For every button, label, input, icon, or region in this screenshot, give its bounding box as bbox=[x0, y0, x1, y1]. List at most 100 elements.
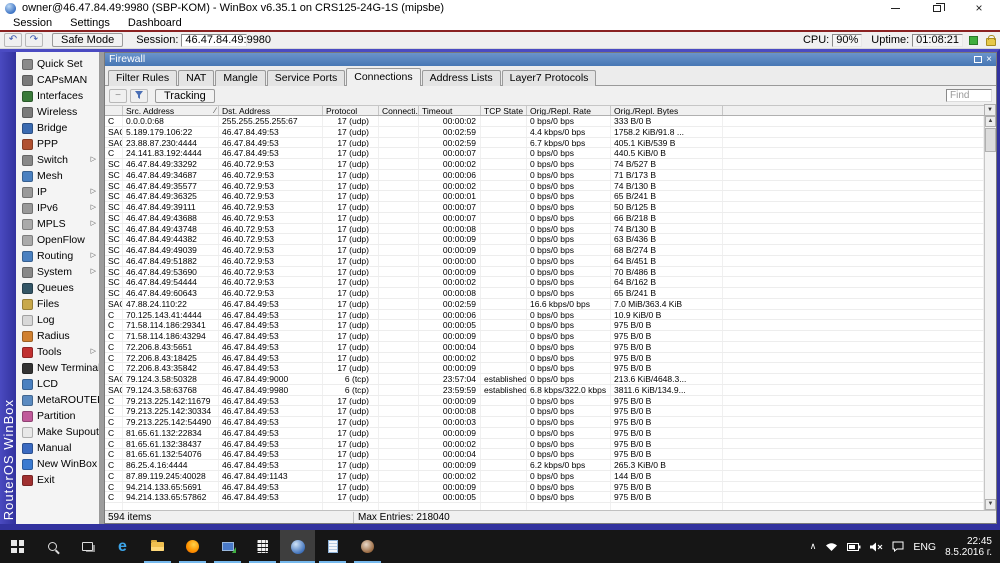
tab-filter-rules[interactable]: Filter Rules bbox=[108, 70, 177, 86]
action-center-icon[interactable] bbox=[892, 541, 904, 552]
tracking-button[interactable]: Tracking bbox=[155, 89, 215, 103]
menu-dashboard[interactable]: Dashboard bbox=[119, 16, 191, 30]
taskbar-app-winbox[interactable] bbox=[280, 530, 315, 563]
tab-service-ports[interactable]: Service Ports bbox=[267, 70, 345, 86]
taskbar-app-search[interactable] bbox=[35, 530, 70, 563]
sidebar-item-exit[interactable]: Exit bbox=[16, 472, 99, 488]
sidebar-item-make-supout-rif[interactable]: Make Supout.rif bbox=[16, 424, 99, 440]
table-row[interactable]: SC46.47.84.49:3557746.40.72.9:5317 (udp)… bbox=[105, 181, 984, 192]
sidebar-item-log[interactable]: Log bbox=[16, 312, 99, 328]
filter-funnel-button[interactable] bbox=[130, 89, 148, 103]
column-header-orig-repl-bytes[interactable]: Orig./Repl. Bytes bbox=[611, 106, 723, 115]
table-row[interactable]: C71.58.114.186:2934146.47.84.49:5317 (ud… bbox=[105, 320, 984, 331]
taskbar-app-start[interactable] bbox=[0, 530, 35, 563]
sidebar-item-files[interactable]: Files bbox=[16, 296, 99, 312]
safe-mode-button[interactable]: Safe Mode bbox=[52, 33, 123, 47]
menu-session[interactable]: Session bbox=[4, 16, 61, 30]
scroll-up-button[interactable]: ▲ bbox=[985, 116, 996, 127]
sidebar-item-bridge[interactable]: Bridge bbox=[16, 120, 99, 136]
minimize-button[interactable] bbox=[874, 0, 916, 16]
table-row[interactable]: SAC79.124.3.58:6376846.47.84.49:99806 (t… bbox=[105, 385, 984, 396]
sidebar-item-system[interactable]: System▷ bbox=[16, 264, 99, 280]
restore-button[interactable] bbox=[916, 0, 958, 16]
taskbar-app-gimp[interactable] bbox=[350, 530, 385, 563]
column-dropdown-button[interactable]: ▼ bbox=[984, 104, 996, 116]
find-input[interactable] bbox=[946, 89, 992, 102]
volume-muted-icon[interactable] bbox=[870, 542, 883, 552]
remove-button[interactable]: − bbox=[109, 89, 127, 103]
table-row[interactable]: C81.65.61.132:2283446.47.84.49:5317 (udp… bbox=[105, 428, 984, 439]
table-row[interactable]: SAC23.88.87.230:444446.47.84.49:5317 (ud… bbox=[105, 138, 984, 149]
table-row[interactable]: SC46.47.84.49:3329246.40.72.9:5317 (udp)… bbox=[105, 159, 984, 170]
firewall-titlebar[interactable]: Firewall × bbox=[105, 53, 996, 66]
sidebar-item-interfaces[interactable]: Interfaces bbox=[16, 88, 99, 104]
scroll-down-button[interactable]: ▼ bbox=[985, 499, 996, 510]
tab-mangle[interactable]: Mangle bbox=[215, 70, 265, 86]
taskbar-app-edge[interactable]: e bbox=[105, 530, 140, 563]
table-row[interactable]: SC46.47.84.49:5444446.40.72.9:5317 (udp)… bbox=[105, 277, 984, 288]
table-row[interactable]: SAC47.88.24.110:2246.47.84.49:5317 (udp)… bbox=[105, 299, 984, 310]
sidebar-item-partition[interactable]: Partition bbox=[16, 408, 99, 424]
close-button[interactable]: × bbox=[958, 0, 1000, 16]
sidebar-item-queues[interactable]: Queues bbox=[16, 280, 99, 296]
taskbar-app-calculator[interactable] bbox=[245, 530, 280, 563]
taskbar-clock[interactable]: 22:45 8.5.2016 г. bbox=[945, 536, 992, 558]
sidebar-item-capsman[interactable]: CAPsMAN bbox=[16, 72, 99, 88]
sidebar-item-quick-set[interactable]: Quick Set bbox=[16, 56, 99, 72]
table-row[interactable]: C79.213.225.142:1167946.47.84.49:5317 (u… bbox=[105, 396, 984, 407]
sidebar-item-metarouter[interactable]: MetaROUTER bbox=[16, 392, 99, 408]
table-row[interactable]: C72.206.8.43:3584246.47.84.49:5317 (udp)… bbox=[105, 363, 984, 374]
firewall-restore-icon[interactable] bbox=[974, 56, 982, 63]
taskbar-app-remote[interactable] bbox=[210, 530, 245, 563]
table-row[interactable]: SC46.47.84.49:3632546.40.72.9:5317 (udp)… bbox=[105, 191, 984, 202]
taskbar-app-taskview[interactable] bbox=[70, 530, 105, 563]
sidebar-item-new-terminal[interactable]: New Terminal bbox=[16, 360, 99, 376]
tray-chevron-icon[interactable]: ∧ bbox=[810, 541, 817, 552]
session-value[interactable]: 46.47.84.49:9980 bbox=[181, 34, 247, 47]
table-row[interactable]: SC46.47.84.49:3468746.40.72.9:5317 (udp)… bbox=[105, 170, 984, 181]
sidebar-item-mpls[interactable]: MPLS▷ bbox=[16, 216, 99, 232]
table-row[interactable]: C81.65.61.132:5407646.47.84.49:5317 (udp… bbox=[105, 449, 984, 460]
column-header-connecti[interactable]: Connecti... bbox=[379, 106, 419, 115]
table-row[interactable]: C72.206.8.43:1842546.47.84.49:5317 (udp)… bbox=[105, 353, 984, 364]
table-row[interactable]: C79.213.225.142:5449046.47.84.49:5317 (u… bbox=[105, 417, 984, 428]
table-row[interactable]: C24.141.83.192:444446.47.84.49:5317 (udp… bbox=[105, 148, 984, 159]
table-row[interactable]: SC46.47.84.49:6064346.40.72.9:5317 (udp)… bbox=[105, 288, 984, 299]
table-row[interactable]: SAC5.189.179.106:2246.47.84.49:5317 (udp… bbox=[105, 127, 984, 138]
column-header-protocol[interactable]: Protocol bbox=[323, 106, 379, 115]
table-row[interactable]: C79.213.225.142:3033446.47.84.49:5317 (u… bbox=[105, 406, 984, 417]
taskbar-app-explorer[interactable] bbox=[140, 530, 175, 563]
table-row[interactable]: SC46.47.84.49:4438246.40.72.9:5317 (udp)… bbox=[105, 234, 984, 245]
table-row-partial[interactable] bbox=[105, 503, 984, 510]
sidebar-item-new-winbox[interactable]: New WinBox bbox=[16, 456, 99, 472]
table-row[interactable]: SC46.47.84.49:5188246.40.72.9:5317 (udp)… bbox=[105, 256, 984, 267]
table-row[interactable]: SC46.47.84.49:5369046.40.72.9:5317 (udp)… bbox=[105, 267, 984, 278]
table-row[interactable]: C0.0.0.0:68255.255.255.255:6717 (udp)00:… bbox=[105, 116, 984, 127]
table-row[interactable]: SACd79.124.3.58:5032846.47.84.49:90006 (… bbox=[105, 374, 984, 385]
table-row[interactable]: C86.25.4.16:444446.47.84.49:5317 (udp)00… bbox=[105, 460, 984, 471]
column-header-src-address[interactable]: Src. Address∕ bbox=[123, 106, 219, 115]
sidebar-item-ppp[interactable]: PPP bbox=[16, 136, 99, 152]
table-row[interactable]: C94.214.133.65:569146.47.84.49:5317 (udp… bbox=[105, 482, 984, 493]
tab-address-lists[interactable]: Address Lists bbox=[422, 70, 501, 86]
battery-icon[interactable] bbox=[847, 543, 861, 551]
tab-layer7-protocols[interactable]: Layer7 Protocols bbox=[502, 70, 597, 86]
firewall-close-icon[interactable]: × bbox=[986, 55, 992, 65]
table-row[interactable]: C87.89.119.245:4002846.47.84.49:114317 (… bbox=[105, 471, 984, 482]
sidebar-item-lcd[interactable]: LCD bbox=[16, 376, 99, 392]
taskbar-app-firefox[interactable] bbox=[175, 530, 210, 563]
table-row[interactable]: SC46.47.84.49:4368846.40.72.9:5317 (udp)… bbox=[105, 213, 984, 224]
tab-connections[interactable]: Connections bbox=[346, 68, 420, 86]
taskbar-app-notepad[interactable] bbox=[315, 530, 350, 563]
language-indicator[interactable]: ENG bbox=[913, 541, 936, 553]
column-header-tcp-state[interactable]: TCP State bbox=[481, 106, 527, 115]
sidebar-item-wireless[interactable]: Wireless bbox=[16, 104, 99, 120]
table-row[interactable]: C71.58.114.186:4329446.47.84.49:5317 (ud… bbox=[105, 331, 984, 342]
table-row[interactable]: SC46.47.84.49:4374846.40.72.9:5317 (udp)… bbox=[105, 224, 984, 235]
table-row[interactable]: C81.65.61.132:3843746.47.84.49:5317 (udp… bbox=[105, 439, 984, 450]
sidebar-item-ip[interactable]: IP▷ bbox=[16, 184, 99, 200]
column-header-flags[interactable] bbox=[105, 106, 123, 115]
sidebar-item-openflow[interactable]: OpenFlow bbox=[16, 232, 99, 248]
redo-button[interactable]: ↷ bbox=[25, 33, 43, 47]
sidebar-item-radius[interactable]: Radius bbox=[16, 328, 99, 344]
